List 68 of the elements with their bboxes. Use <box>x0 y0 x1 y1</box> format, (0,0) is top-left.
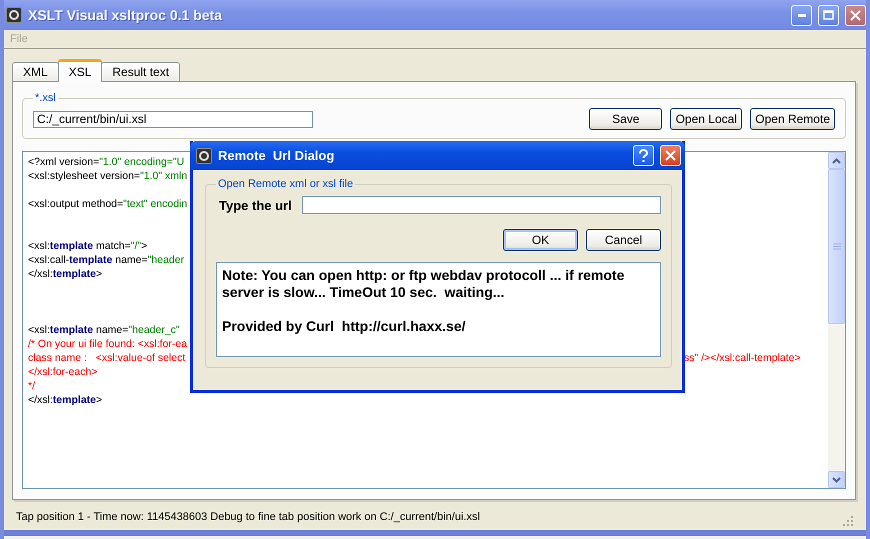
code-token: "/" <box>130 240 142 252</box>
group-legend: *.xsl <box>33 92 58 104</box>
dialog-button[interactable]: Cancel <box>586 229 661 251</box>
code-token: template <box>69 254 112 266</box>
close-icon <box>665 150 676 161</box>
code-token: <xsl:stylesheet version= <box>28 170 140 182</box>
resize-grip-icon[interactable] <box>842 515 854 527</box>
dialog-title: Remote Url Dialog <box>218 148 336 163</box>
code-token: "1.0" encoding="U <box>99 156 184 168</box>
group-legend: Open Remote xml or xsl file <box>216 178 356 190</box>
window-title: XSLT Visual xsltproc 0.1 beta <box>28 7 224 23</box>
chevron-down-icon <box>832 476 841 482</box>
close-button[interactable] <box>845 4 866 26</box>
code-token: <?xml version= <box>28 156 100 168</box>
code-token: "header_c" <box>128 324 180 336</box>
help-button[interactable] <box>633 145 654 166</box>
path-field[interactable]: C:/_current/bin/ui.xsl <box>33 110 313 128</box>
dialog-button[interactable]: OK <box>503 229 578 251</box>
code-token: <xsl:output method= <box>28 198 124 210</box>
code-token: "1.0" xmln <box>140 170 188 182</box>
grip-icon <box>832 242 840 250</box>
scrollbar[interactable] <box>828 152 845 488</box>
code-token: > <box>96 394 102 406</box>
scroll-down-button[interactable] <box>828 471 845 488</box>
close-icon <box>850 10 861 20</box>
code-token: </xsl:for-each> <box>28 366 98 378</box>
code-token: <xsl:call- <box>28 254 70 266</box>
close-button[interactable] <box>660 145 681 166</box>
app-icon <box>6 7 22 23</box>
toolbar-button[interactable]: Open Local <box>670 108 742 130</box>
code-token: > <box>141 240 148 252</box>
url-field[interactable] <box>302 196 661 214</box>
tab[interactable]: Result text <box>101 62 180 81</box>
code-token: </xsl: <box>28 394 53 406</box>
scroll-thumb[interactable] <box>828 169 845 324</box>
tab[interactable]: XML <box>12 62 59 81</box>
code-token: template <box>52 394 96 406</box>
code-token: > <box>96 268 102 280</box>
code-token: <xsl: <box>28 240 50 252</box>
status-text: Tap position 1 - Time now: 1145438603 Debug to fine tab position work on C:/_current/bin/ui.xsl <box>16 511 480 523</box>
url-label: Type the url <box>219 198 292 212</box>
code-token: "header <box>148 254 184 266</box>
code-token: template <box>50 240 94 252</box>
code-token: </xsl: <box>28 268 53 280</box>
code-token: template <box>50 324 94 336</box>
maximize-button[interactable] <box>818 4 839 26</box>
code-token: template <box>52 268 96 280</box>
code-token: "text" encodin <box>123 198 188 210</box>
toolbar-button[interactable]: Open Remote <box>750 108 835 130</box>
minimize-icon <box>798 14 806 16</box>
toolbar-button[interactable]: Save <box>589 108 662 130</box>
code-token: */ <box>28 380 36 392</box>
code-token: name= <box>94 324 128 336</box>
app-icon <box>196 148 212 164</box>
code-token: name= <box>114 254 148 266</box>
maximize-icon <box>823 10 834 20</box>
scroll-up-button[interactable] <box>828 152 845 169</box>
code-token: <xsl: <box>28 324 50 336</box>
code-token: class name : <xsl:value-of select <box>28 352 186 364</box>
chevron-up-icon <box>832 158 841 164</box>
help-icon <box>638 148 649 162</box>
tab[interactable]: XSL <box>58 59 102 82</box>
code-token: ss" /></xsl:call-template> <box>684 352 801 364</box>
note-text: Provided by Curl http://curl.haxx.se/ <box>222 318 466 335</box>
minimize-button[interactable] <box>791 4 812 26</box>
code-token: /* On your ui file found: <xsl:for-ea <box>28 338 188 350</box>
code-token: match= <box>94 240 131 252</box>
note-text: Note: You can open http: or ftp webdav protocoll ... if remote server is slow... TimeOut 10 sec. waiting... <box>222 267 626 301</box>
